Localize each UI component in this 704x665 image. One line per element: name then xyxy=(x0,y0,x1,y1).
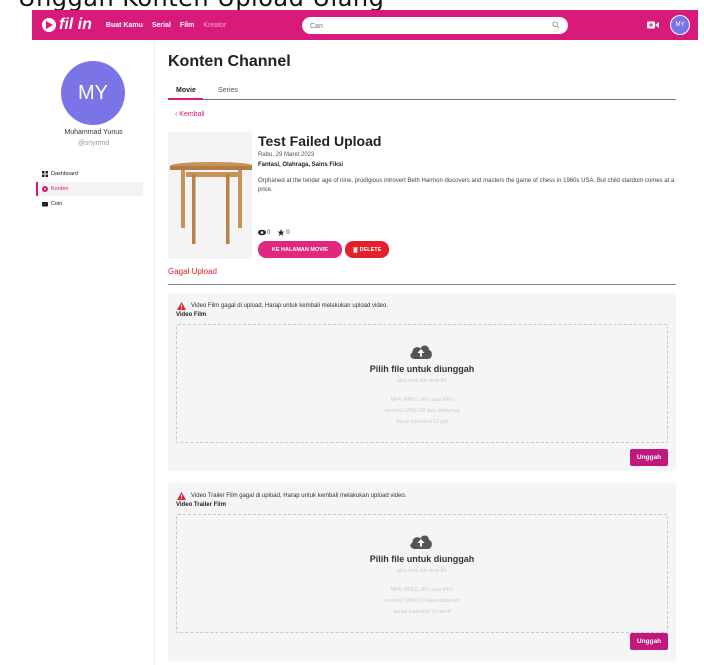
drop-duration: durasi maksimal 10 jam xyxy=(395,419,449,425)
failed-upload-heading: Gagal Upload xyxy=(168,267,217,276)
movie-genres: Fantasi, Olahraga, Sains Fiksi xyxy=(258,162,344,168)
delete-label: DELETE xyxy=(359,246,382,253)
page-title: Konten Channel xyxy=(168,53,291,70)
movie-thumbnail xyxy=(168,132,252,259)
nav-link-buat-kamu[interactable]: Buat Kamu xyxy=(106,22,143,29)
movie-date: Rabu, 29 Maret 2023 xyxy=(258,152,315,158)
warning-text: Video Film gagal di upload, Harap untuk … xyxy=(191,303,389,309)
cloud-upload-icon xyxy=(410,535,432,549)
warning-icon xyxy=(177,302,186,310)
tab-series[interactable]: Series xyxy=(218,87,238,94)
user-avatar: MY xyxy=(61,61,125,125)
search-bar xyxy=(302,17,568,34)
drop-resolution: resolusi 1280x720 atau diatasnya xyxy=(384,408,460,414)
nav-link-film[interactable]: Film xyxy=(180,22,194,29)
drop-hint: atau drag dan drop file xyxy=(396,568,448,574)
top-navbar: fil in Buat Kamu Serial Film Kreator MY xyxy=(32,10,698,40)
section-divider xyxy=(168,284,676,285)
warning-text: Video Trailer Film gagal di upload, Hara… xyxy=(191,493,407,499)
upload-button[interactable]: Unggah xyxy=(630,449,668,466)
sidebar-item-label: Coin xyxy=(51,201,63,207)
sidebar-item-konten[interactable]: Konten xyxy=(36,182,143,196)
drop-resolution: resolusi 1280x720 atau diatasnya xyxy=(384,598,460,604)
file-dropzone[interactable]: Pilih file untuk diunggah atau drag dan … xyxy=(176,324,668,443)
wallet-icon xyxy=(42,202,48,207)
drop-formats: MP4, MPEG, AVI, atau MKV xyxy=(390,587,454,593)
views-count: 0 xyxy=(267,229,271,236)
nav-link-kreator[interactable]: Kreator xyxy=(203,22,226,29)
user-name: Muhammad Yunus xyxy=(64,129,123,136)
drop-title: Pilih file untuk diunggah xyxy=(369,554,475,564)
nav-links: Buat Kamu Serial Film Kreator xyxy=(106,22,235,29)
upload-warning: Video Film gagal di upload, Harap untuk … xyxy=(177,302,388,310)
file-dropzone[interactable]: Pilih file untuk diunggah atau drag dan … xyxy=(176,514,668,633)
user-handle: @snymnd xyxy=(77,140,110,147)
back-link[interactable]: ‹ Kembali xyxy=(175,111,205,118)
delete-button[interactable]: DELETE xyxy=(345,241,389,258)
upload-label: Video Film xyxy=(176,312,207,318)
video-camera-icon[interactable] xyxy=(647,20,659,30)
logo[interactable]: fil in xyxy=(42,16,92,34)
sidebar-menu: Dashboard Konten Coin xyxy=(36,167,143,212)
drop-hint: atau drag dan drop file xyxy=(396,378,448,384)
play-logo-icon xyxy=(42,18,56,32)
movie-description: Orphaned at the tender age of nine, prod… xyxy=(258,178,675,193)
drop-duration: durasi maksimal 10 menit xyxy=(393,609,451,615)
movie-title: Test Failed Upload xyxy=(258,133,382,149)
sidebar-item-dashboard[interactable]: Dashboard xyxy=(36,167,143,181)
grid-icon xyxy=(42,171,48,177)
user-avatar-small[interactable]: MY xyxy=(670,15,690,35)
active-tab-indicator xyxy=(168,98,203,100)
back-label: Kembali xyxy=(179,111,205,118)
search-input[interactable] xyxy=(310,21,540,31)
drop-formats: MP4, MPEG, AVI, atau MKV xyxy=(390,397,454,403)
film-reel-icon xyxy=(42,186,48,192)
drop-title: Pilih file untuk diunggah xyxy=(369,364,475,374)
trash-icon xyxy=(352,247,358,253)
sidebar: MY Muhammad Yunus @snymnd Dashboard Kont… xyxy=(32,40,155,665)
cloud-upload-icon xyxy=(410,345,432,359)
nav-link-serial[interactable]: Serial xyxy=(152,22,171,29)
tab-movie[interactable]: Movie xyxy=(176,87,196,94)
upload-card-trailer: Video Trailer Film gagal di upload, Hara… xyxy=(168,483,676,661)
movie-stats: 0 0 xyxy=(258,229,290,236)
upload-button[interactable]: Unggah xyxy=(630,633,668,650)
content-tabs: Movie Series xyxy=(168,84,676,100)
sidebar-item-coin[interactable]: Coin xyxy=(36,197,143,211)
eye-icon xyxy=(258,229,266,236)
upload-label: Video Trailer Film xyxy=(176,502,226,508)
search-icon[interactable] xyxy=(552,21,560,29)
upload-card-film: Video Film gagal di upload, Harap untuk … xyxy=(168,293,676,471)
page-caption-text: Unggah Konten Upload Ulang xyxy=(18,0,384,10)
warning-icon xyxy=(177,492,186,500)
rating-count: 0 xyxy=(286,229,290,236)
page-caption: Unggah Konten Upload Ulang xyxy=(0,0,704,10)
go-to-movie-page-button[interactable]: KE HALAMAN MOVIE xyxy=(258,241,342,258)
star-icon xyxy=(277,229,285,236)
upload-warning: Video Trailer Film gagal di upload, Hara… xyxy=(177,492,406,500)
sidebar-item-label: Konten xyxy=(51,186,69,192)
sidebar-item-label: Dashboard xyxy=(51,171,78,177)
logo-text: fil in xyxy=(59,16,92,33)
